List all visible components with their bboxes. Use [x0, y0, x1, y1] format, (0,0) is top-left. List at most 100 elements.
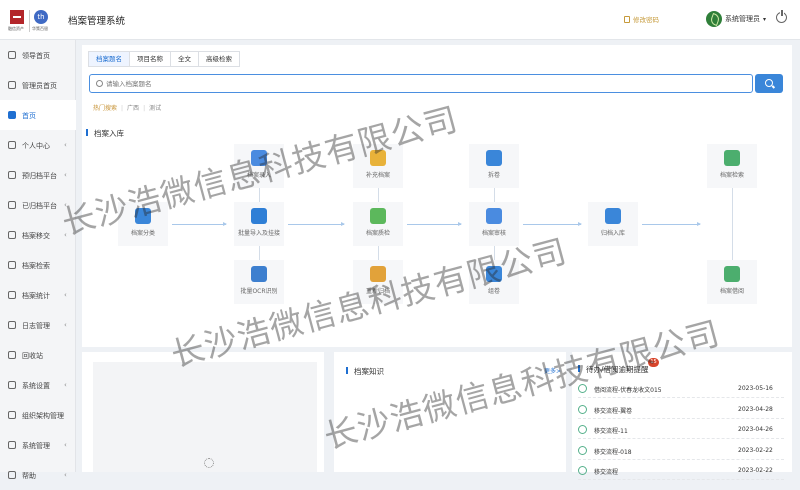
- flow-node-borrow[interactable]: 档案借阅: [707, 260, 757, 304]
- flow-node-split[interactable]: 拆卷: [469, 144, 519, 188]
- sidebar-item[interactable]: 组织架构管理: [0, 400, 76, 430]
- todo-date: 2023-04-28: [738, 405, 773, 413]
- user-name: 系统管理员: [725, 15, 760, 23]
- sidebar-item[interactable]: 已归档平台 ‹: [0, 190, 76, 220]
- sidebar-item-label: 组织架构管理: [22, 412, 64, 420]
- sidebar-item-label: 系统设置: [22, 382, 50, 390]
- todo-row[interactable]: 移交流程-018 2023-02-22: [578, 442, 784, 460]
- flow-arrow: [172, 222, 227, 226]
- sidebar-item-label: 领导首页: [22, 52, 50, 60]
- section-title: 档案知识: [346, 367, 384, 376]
- section-title: 待办/借阅逾期提醒: [578, 365, 649, 374]
- todo-title: 借阅流程-伏春龙收文015: [594, 387, 662, 394]
- top-bar: th 融信资产 华策百银 档案管理系统 修改密码 系统管理员 ▾: [0, 0, 800, 40]
- flow-arrow: [642, 222, 701, 226]
- flow-node-classify[interactable]: 档案分类: [118, 202, 168, 246]
- logo-divider: [29, 10, 30, 32]
- sidebar-item[interactable]: 档案统计 ‹: [0, 280, 76, 310]
- inbox-icon: [605, 208, 621, 224]
- book-icon: [724, 266, 740, 282]
- search-icon: [96, 80, 103, 87]
- sidebar-item[interactable]: 回收站: [0, 340, 76, 370]
- pre-archive-icon: [8, 171, 16, 179]
- home-icon: [8, 111, 16, 119]
- sidebar-item[interactable]: 系统管理 ‹: [0, 430, 76, 460]
- caret-down-icon: ▾: [763, 16, 767, 23]
- gear-icon: [251, 266, 267, 282]
- clock-icon: [578, 404, 587, 414]
- file-search-icon: [724, 150, 740, 166]
- flow-node-group[interactable]: 组卷: [469, 260, 519, 304]
- settings-icon: [8, 381, 16, 389]
- todo-row[interactable]: 移交流程 2023-02-22: [578, 462, 784, 480]
- sidebar-item-label: 个人中心: [22, 142, 50, 150]
- excel-icon: [251, 208, 267, 224]
- sidebar-item-label: 档案检索: [22, 262, 50, 270]
- company-logo: th 融信资产 华策百银: [8, 8, 56, 34]
- search-tab[interactable]: 高级检索: [198, 51, 240, 67]
- hot-search-label: 热门搜索: [93, 105, 118, 112]
- folder-icon: [370, 150, 386, 166]
- sidebar-item[interactable]: 档案检索: [0, 250, 76, 280]
- flow-node-supplement[interactable]: 补充档案: [353, 144, 403, 188]
- todo-row[interactable]: 移交流程-翼卷 2023-04-28: [578, 401, 784, 419]
- sidebar-item[interactable]: 日志管理 ‹: [0, 310, 76, 340]
- more-link[interactable]: 更多>: [544, 366, 561, 375]
- power-icon[interactable]: [776, 10, 787, 23]
- todo-date: 2023-02-22: [738, 467, 773, 474]
- logo-text-2: 华策百银: [32, 26, 48, 31]
- chevron-left-icon: ‹: [64, 321, 67, 329]
- search-tab[interactable]: 档案题名: [88, 51, 130, 67]
- flow-node-verify[interactable]: 档案质检: [353, 202, 403, 246]
- todo-row[interactable]: 借阅流程-伏春龙收文015 2023-05-16: [578, 380, 784, 398]
- search-tab[interactable]: 项目名称: [129, 51, 171, 67]
- todo-title: 移交流程-翼卷: [594, 407, 633, 415]
- sidebar-item-label: 档案统计: [22, 292, 50, 300]
- sidebar-item[interactable]: 系统设置 ‹: [0, 370, 76, 400]
- lock-icon: [624, 16, 630, 23]
- section-title: 档案入库: [86, 129, 124, 138]
- help-icon: [8, 471, 16, 479]
- chevron-left-icon: ‹: [64, 471, 67, 479]
- search-button[interactable]: [755, 74, 783, 93]
- preview-area: [93, 362, 317, 472]
- sidebar-item[interactable]: 预归档平台 ‹: [0, 160, 76, 190]
- flow-node-filing[interactable]: 归档入库: [588, 202, 638, 246]
- search-box[interactable]: [89, 74, 753, 93]
- recycle-icon: [8, 351, 16, 359]
- chevron-left-icon: ‹: [64, 291, 67, 299]
- loading-spinner-icon: [204, 458, 214, 468]
- sidebar-item[interactable]: 档案移交 ‹: [0, 220, 76, 250]
- user-icon: [8, 81, 16, 89]
- flow-node-retrieve[interactable]: 档案检索: [707, 144, 757, 188]
- sidebar-item[interactable]: 管理员首页: [0, 70, 76, 100]
- sidebar-item[interactable]: 首页: [0, 100, 76, 130]
- sidebar-item-label: 档案移交: [22, 232, 50, 240]
- flow-node-refile[interactable]: 重新归档: [353, 260, 403, 304]
- sidebar: 领导首页 管理员首页 首页 个人中心 ‹ 预归档平台 ‹ 已归档平台 ‹ 档案移交 ‹ 档案检索 档案统…: [0, 40, 76, 480]
- todo-row[interactable]: 移交流程-11 2023-04-26: [578, 421, 784, 439]
- flow-node-ocr[interactable]: 批量OCR识别: [234, 260, 284, 304]
- review-icon: [486, 208, 502, 224]
- search-input[interactable]: [106, 78, 706, 90]
- sidebar-item[interactable]: 领导首页: [0, 40, 76, 70]
- flow-arrow: [288, 222, 345, 226]
- shield-icon: [370, 208, 386, 224]
- hot-search-term[interactable]: 广西: [127, 105, 139, 112]
- archive-box-icon: [370, 266, 386, 282]
- hot-search-term[interactable]: 测试: [149, 105, 161, 112]
- search-icon: [765, 79, 773, 87]
- flow-node-batch-import[interactable]: 批量导入及挂接: [234, 202, 284, 246]
- flow-node-entry[interactable]: 档案录入: [234, 144, 284, 188]
- archive-search-icon: [8, 261, 16, 269]
- sidebar-item[interactable]: 帮助 ‹: [0, 460, 76, 490]
- brand-mark-red: [10, 10, 24, 24]
- change-password-link[interactable]: 修改密码: [624, 14, 659, 24]
- sidebar-item[interactable]: 个人中心 ‹: [0, 130, 76, 160]
- user-menu[interactable]: 系统管理员 ▾: [706, 11, 766, 27]
- search-tab[interactable]: 全文: [170, 51, 199, 67]
- change-password-label: 修改密码: [633, 16, 659, 24]
- clock-icon: [578, 445, 587, 455]
- flow-node-review[interactable]: 档案审核: [469, 202, 519, 246]
- chevron-left-icon: ‹: [64, 141, 67, 149]
